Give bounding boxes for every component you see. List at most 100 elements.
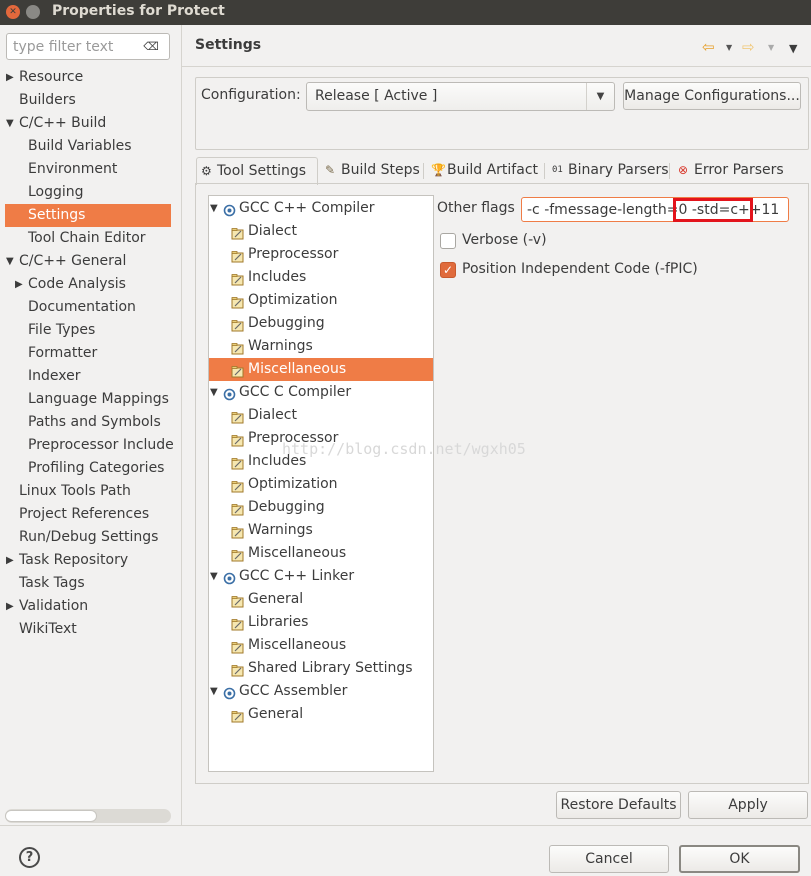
tool-option-item[interactable]: Miscellaneous [209, 542, 433, 565]
tool-item[interactable]: ▼ GCC C Compiler [209, 381, 433, 404]
sidebar-item-task-repository[interactable]: ▶ Task Repository [0, 549, 180, 572]
sidebar-item-resource[interactable]: ▶ Resource [0, 66, 180, 89]
sidebar-item-c-c-build[interactable]: ▼ C/C++ Build [0, 112, 180, 135]
sidebar-item-project-references[interactable]: Project References [0, 503, 180, 526]
sidebar-item-validation[interactable]: ▶ Validation [0, 595, 180, 618]
forward-dropdown-icon[interactable]: ▼ [768, 43, 774, 52]
title-bar: ✕ Properties for Protect [0, 0, 811, 25]
tree-item-label: Preprocessor [248, 430, 339, 446]
filter-input[interactable] [7, 34, 137, 59]
expanded-arrow-icon[interactable]: ▼ [210, 565, 218, 588]
collapsed-arrow-icon[interactable]: ▶ [6, 66, 14, 89]
apply-button[interactable]: Apply [688, 791, 808, 819]
sidebar-item-linux-tools-path[interactable]: Linux Tools Path [0, 480, 180, 503]
sidebar-item-formatter[interactable]: Formatter [0, 342, 180, 365]
tab-error-parsers[interactable]: ⊗ Error Parsers [674, 157, 784, 184]
tool-option-item[interactable]: Optimization [209, 289, 433, 312]
sidebar-item-label: C/C++ General [19, 253, 127, 269]
sidebar-item-environment[interactable]: Environment [0, 158, 180, 181]
cancel-button[interactable]: Cancel [549, 845, 669, 873]
tool-option-item[interactable]: Debugging [209, 496, 433, 519]
tree-item-label: Miscellaneous [248, 361, 347, 377]
tool-option-item[interactable]: Debugging [209, 312, 433, 335]
expanded-arrow-icon[interactable]: ▼ [210, 680, 218, 703]
help-icon[interactable]: ? [19, 847, 40, 868]
tree-item-label: Dialect [248, 223, 297, 239]
tool-option-item[interactable]: Includes [209, 450, 433, 473]
tool-option-item[interactable]: Warnings [209, 335, 433, 358]
collapsed-arrow-icon[interactable]: ▶ [6, 595, 14, 618]
configuration-select[interactable]: Release [ Active ] ▼ [306, 82, 615, 111]
option-category-icon [231, 363, 244, 378]
verbose-checkbox[interactable] [440, 233, 456, 249]
restore-defaults-button[interactable]: Restore Defaults [556, 791, 681, 819]
tool-option-item[interactable]: General [209, 588, 433, 611]
tool-item[interactable]: ▼ GCC C++ Linker [209, 565, 433, 588]
other-flags-label: Other flags [437, 200, 515, 216]
tool-item[interactable]: ▼ GCC Assembler [209, 680, 433, 703]
sidebar-horizontal-scrollbar[interactable] [5, 809, 171, 823]
sidebar-item-build-variables[interactable]: Build Variables [0, 135, 180, 158]
tool-option-item[interactable]: Warnings [209, 519, 433, 542]
tool-option-item[interactable]: Miscellaneous [209, 358, 433, 381]
sidebar-item-documentation[interactable]: Documentation [0, 296, 180, 319]
expanded-arrow-icon[interactable]: ▼ [210, 197, 218, 220]
back-dropdown-icon[interactable]: ▼ [726, 43, 732, 52]
maximize-window-icon[interactable] [26, 5, 40, 19]
back-arrow-icon[interactable]: ⇦ [702, 38, 715, 56]
sidebar-divider[interactable] [181, 25, 182, 825]
sidebar-item-code-analysis[interactable]: ▶ Code Analysis [0, 273, 180, 296]
tool-option-item[interactable]: Libraries [209, 611, 433, 634]
sidebar-item-preprocessor-include[interactable]: Preprocessor Include [0, 434, 180, 457]
close-window-icon[interactable]: ✕ [6, 5, 20, 19]
expanded-arrow-icon[interactable]: ▼ [210, 381, 218, 404]
tool-option-item[interactable]: Miscellaneous [209, 634, 433, 657]
view-menu-icon[interactable]: ▼ [789, 42, 797, 55]
tree-item-label: Includes [248, 453, 307, 469]
sidebar-item-logging[interactable]: Logging [0, 181, 180, 204]
collapsed-arrow-icon[interactable]: ▶ [6, 549, 14, 572]
sidebar-item-language-mappings[interactable]: Language Mappings [0, 388, 180, 411]
tab-tool-settings[interactable]: ⚙ Tool Settings [196, 157, 318, 185]
tab-separator [669, 163, 670, 179]
tab-binary-parsers[interactable]: 01 Binary Parsers [548, 157, 669, 184]
chevron-down-icon[interactable]: ▼ [586, 83, 614, 110]
sidebar-item-run-debug-settings[interactable]: Run/Debug Settings [0, 526, 180, 549]
fpic-checkbox[interactable]: ✓ [440, 262, 456, 278]
tool-option-item[interactable]: Shared Library Settings [209, 657, 433, 680]
sidebar-item-file-types[interactable]: File Types [0, 319, 180, 342]
tool-icon [223, 202, 236, 217]
expanded-arrow-icon[interactable]: ▼ [6, 250, 14, 273]
clear-filter-icon[interactable]: ⌫ [143, 39, 159, 53]
sidebar-item-paths-and-symbols[interactable]: Paths and Symbols [0, 411, 180, 434]
tool-option-item[interactable]: Preprocessor [209, 427, 433, 450]
sidebar-item-label: Run/Debug Settings [19, 529, 159, 545]
sidebar-item-label: Indexer [28, 368, 81, 384]
tool-option-item[interactable]: Dialect [209, 220, 433, 243]
tool-option-item[interactable]: Preprocessor [209, 243, 433, 266]
tab-build-artifact[interactable]: 🏆 Build Artifact [427, 157, 538, 184]
tree-item-label: Warnings [248, 338, 313, 354]
option-category-icon [231, 271, 244, 286]
tool-settings-icon: ⚙ [201, 164, 212, 178]
tool-item[interactable]: ▼ GCC C++ Compiler [209, 197, 433, 220]
sidebar-item-settings[interactable]: Settings [5, 204, 171, 227]
sidebar-item-c-c-general[interactable]: ▼ C/C++ General [0, 250, 180, 273]
scrollbar-thumb[interactable] [5, 810, 97, 822]
sidebar-item-builders[interactable]: Builders [0, 89, 180, 112]
tool-option-item[interactable]: Optimization [209, 473, 433, 496]
sidebar-item-profiling-categories[interactable]: Profiling Categories [0, 457, 180, 480]
expanded-arrow-icon[interactable]: ▼ [6, 112, 14, 135]
sidebar-item-wikitext[interactable]: WikiText [0, 618, 180, 641]
sidebar-item-tool-chain-editor[interactable]: Tool Chain Editor [0, 227, 180, 250]
sidebar-item-task-tags[interactable]: Task Tags [0, 572, 180, 595]
tab-build-steps[interactable]: ✎ Build Steps [321, 157, 420, 184]
manage-configurations-button[interactable]: Manage Configurations... [623, 82, 801, 110]
tool-option-item[interactable]: Dialect [209, 404, 433, 427]
collapsed-arrow-icon[interactable]: ▶ [15, 273, 23, 296]
tool-option-item[interactable]: General [209, 703, 433, 726]
ok-button[interactable]: OK [679, 845, 800, 873]
forward-arrow-icon[interactable]: ⇨ [742, 38, 755, 56]
sidebar-item-indexer[interactable]: Indexer [0, 365, 180, 388]
tool-option-item[interactable]: Includes [209, 266, 433, 289]
